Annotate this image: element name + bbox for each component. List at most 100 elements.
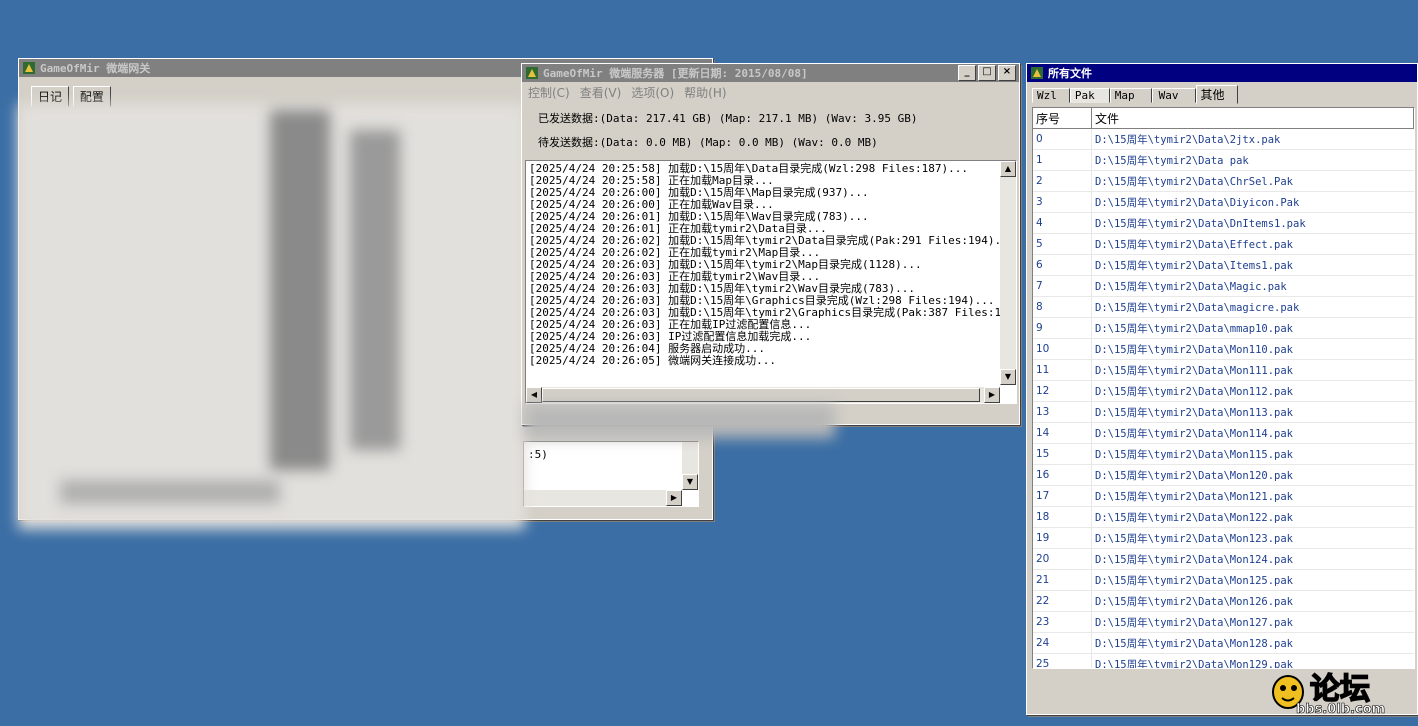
row-file-path: D:\15周年\tymir2\Data\Magic.pak xyxy=(1091,275,1414,297)
row-file-path: D:\15周年\tymir2\Data\Mon112.pak xyxy=(1091,380,1414,402)
scroll-left-icon[interactable]: ◀ xyxy=(526,387,542,403)
tab-pak[interactable]: Pak xyxy=(1069,88,1110,103)
row-file-path: D:\15周年\tymir2\Data\ChrSel.Pak xyxy=(1091,170,1414,192)
tab-other[interactable]: 其他 xyxy=(1195,85,1238,104)
row-file-path: D:\15周年\tymir2\Data\magicre.pak xyxy=(1091,296,1414,318)
table-row[interactable]: 19 D:\15周年\tymir2\Data\Mon123.pak xyxy=(1033,527,1414,549)
table-row[interactable]: 24 D:\15周年\tymir2\Data\Mon128.pak xyxy=(1033,632,1414,654)
menu-control[interactable]: 控制(C) xyxy=(528,84,570,101)
table-row[interactable]: 13 D:\15周年\tymir2\Data\Mon113.pak xyxy=(1033,401,1414,423)
col-index-header[interactable]: 序号 xyxy=(1033,108,1092,129)
row-index: 5 xyxy=(1033,233,1092,255)
tab-wzl[interactable]: Wzl xyxy=(1032,88,1070,103)
files-tabs: Wzl Pak Map Wav 其他 xyxy=(1027,82,1417,104)
row-index: 6 xyxy=(1033,254,1092,276)
table-row[interactable]: 17 D:\15周年\tymir2\Data\Mon121.pak xyxy=(1033,485,1414,507)
row-index: 22 xyxy=(1033,590,1092,612)
menu-view[interactable]: 查看(V) xyxy=(580,84,622,101)
server-titlebar[interactable]: GameOfMir 微端服务器 [更新日期: 2015/08/08] _ □ × xyxy=(522,64,1019,82)
minimize-icon[interactable]: _ xyxy=(958,65,976,81)
menu-help[interactable]: 帮助(H) xyxy=(684,84,726,101)
row-index: 20 xyxy=(1033,548,1092,570)
files-titlebar[interactable]: 所有文件 xyxy=(1027,64,1417,82)
row-index: 7 xyxy=(1033,275,1092,297)
row-index: 25 xyxy=(1033,653,1092,668)
gateway-title: GameOfMir 微端网关 xyxy=(40,62,151,75)
log-line: [2025/4/24 20:26:05] 微端网关连接成功... xyxy=(529,354,776,367)
blurred-region xyxy=(350,130,400,450)
row-file-path: D:\15周年\tymir2\Data\Mon126.pak xyxy=(1091,590,1414,612)
row-file-path: D:\15周年\tymir2\Data\Mon113.pak xyxy=(1091,401,1414,423)
scroll-up-icon[interactable]: ▲ xyxy=(1000,161,1016,177)
table-row[interactable]: 14 D:\15周年\tymir2\Data\Mon114.pak xyxy=(1033,422,1414,444)
table-row[interactable]: 7 D:\15周年\tymir2\Data\Magic.pak xyxy=(1033,275,1414,297)
scroll-down-icon[interactable]: ▼ xyxy=(682,474,698,490)
scroll-right-icon[interactable]: ▶ xyxy=(984,387,1000,403)
table-row[interactable]: 10 D:\15周年\tymir2\Data\Mon110.pak xyxy=(1033,338,1414,360)
gateway-log-hscrollbar[interactable]: ▶ xyxy=(524,490,682,506)
app-icon xyxy=(23,62,35,74)
menu-options[interactable]: 选项(O) xyxy=(631,84,674,101)
table-row[interactable]: 20 D:\15周年\tymir2\Data\Mon124.pak xyxy=(1033,548,1414,570)
table-row[interactable]: 3 D:\15周年\tymir2\Data\Diyicon.Pak xyxy=(1033,191,1414,213)
row-index: 15 xyxy=(1033,443,1092,465)
table-row[interactable]: 9 D:\15周年\tymir2\Data\mmap10.pak xyxy=(1033,317,1414,339)
table-row[interactable]: 6 D:\15周年\tymir2\Data\Items1.pak xyxy=(1033,254,1414,276)
table-row[interactable]: 16 D:\15周年\tymir2\Data\Mon120.pak xyxy=(1033,464,1414,486)
row-index: 2 xyxy=(1033,170,1092,192)
files-title: 所有文件 xyxy=(1048,67,1092,80)
pending-data-text: 待发送数据:(Data: 0.0 MB) (Map: 0.0 MB) (Wav:… xyxy=(538,136,878,149)
blurred-region xyxy=(525,404,835,438)
close-icon[interactable]: × xyxy=(998,65,1016,81)
table-row[interactable]: 5 D:\15周年\tymir2\Data\Effect.pak xyxy=(1033,233,1414,255)
app-icon xyxy=(526,67,538,79)
row-index: 11 xyxy=(1033,359,1092,381)
scroll-right-icon[interactable]: ▶ xyxy=(666,490,682,506)
row-index: 19 xyxy=(1033,527,1092,549)
gateway-log-tail: :5) xyxy=(528,448,548,461)
blurred-region xyxy=(60,480,280,504)
row-index: 17 xyxy=(1033,485,1092,507)
row-index: 21 xyxy=(1033,569,1092,591)
row-file-path: D:\15周年\tymir2\Data\Mon114.pak xyxy=(1091,422,1414,444)
table-row[interactable]: 15 D:\15周年\tymir2\Data\Mon115.pak xyxy=(1033,443,1414,465)
tab-map[interactable]: Map xyxy=(1109,88,1152,103)
table-row[interactable]: 0 D:\15周年\tymir2\Data\2jtx.pak xyxy=(1033,128,1414,150)
watermark-url: bbs.0lb.com xyxy=(1296,702,1386,718)
hscroll-thumb[interactable] xyxy=(542,388,980,402)
row-index: 24 xyxy=(1033,632,1092,654)
log-lines: [2025/4/24 20:25:58] 加载D:\15周年\Data目录完成(… xyxy=(526,161,1016,369)
row-file-path: D:\15周年\tymir2\Data\Mon123.pak xyxy=(1091,527,1414,549)
row-index: 3 xyxy=(1033,191,1092,213)
row-file-path: D:\15周年\tymir2\Data\Mon125.pak xyxy=(1091,569,1414,591)
scroll-down-icon[interactable]: ▼ xyxy=(1000,369,1016,385)
row-index: 10 xyxy=(1033,338,1092,360)
server-log: [2025/4/24 20:25:58] 加载D:\15周年\Data目录完成(… xyxy=(525,160,1017,404)
table-row[interactable]: 21 D:\15周年\tymir2\Data\Mon125.pak xyxy=(1033,569,1414,591)
table-row[interactable]: 23 D:\15周年\tymir2\Data\Mon127.pak xyxy=(1033,611,1414,633)
row-file-path: D:\15周年\tymir2\Data\Effect.pak xyxy=(1091,233,1414,255)
table-row[interactable]: 12 D:\15周年\tymir2\Data\Mon112.pak xyxy=(1033,380,1414,402)
log-vscrollbar[interactable]: ▲ ▼ xyxy=(1000,161,1016,385)
table-row[interactable]: 4 D:\15周年\tymir2\Data\DnItems1.pak xyxy=(1033,212,1414,234)
row-file-path: D:\15周年\tymir2\Data\Mon111.pak xyxy=(1091,359,1414,381)
table-row[interactable]: 22 D:\15周年\tymir2\Data\Mon126.pak xyxy=(1033,590,1414,612)
row-index: 9 xyxy=(1033,317,1092,339)
col-file-header[interactable]: 文件 xyxy=(1091,108,1414,129)
table-row[interactable]: 18 D:\15周年\tymir2\Data\Mon122.pak xyxy=(1033,506,1414,528)
row-file-path: D:\15周年\tymir2\Data\Mon122.pak xyxy=(1091,506,1414,528)
gateway-log-scrollbar[interactable]: ▼ xyxy=(682,442,698,490)
row-file-path: D:\15周年\tymir2\Data\Mon127.pak xyxy=(1091,611,1414,633)
sent-data-text: 已发送数据:(Data: 217.41 GB) (Map: 217.1 MB) … xyxy=(538,112,918,125)
log-hscrollbar[interactable]: ◀ ▶ xyxy=(526,387,1000,403)
server-menubar: 控制(C) 查看(V) 选项(O) 帮助(H) xyxy=(522,82,1019,102)
table-row[interactable]: 11 D:\15周年\tymir2\Data\Mon111.pak xyxy=(1033,359,1414,381)
table-row[interactable]: 2 D:\15周年\tymir2\Data\ChrSel.Pak xyxy=(1033,170,1414,192)
table-row[interactable]: 8 D:\15周年\tymir2\Data\magicre.pak xyxy=(1033,296,1414,318)
table-row[interactable]: 1 D:\15周年\tymir2\Data pak xyxy=(1033,149,1414,171)
maximize-icon[interactable]: □ xyxy=(978,65,996,81)
row-file-path: D:\15周年\tymir2\Data\Items1.pak xyxy=(1091,254,1414,276)
row-index: 14 xyxy=(1033,422,1092,444)
row-file-path: D:\15周年\tymir2\Data\DnItems1.pak xyxy=(1091,212,1414,234)
tab-wav[interactable]: Wav xyxy=(1151,88,1196,103)
